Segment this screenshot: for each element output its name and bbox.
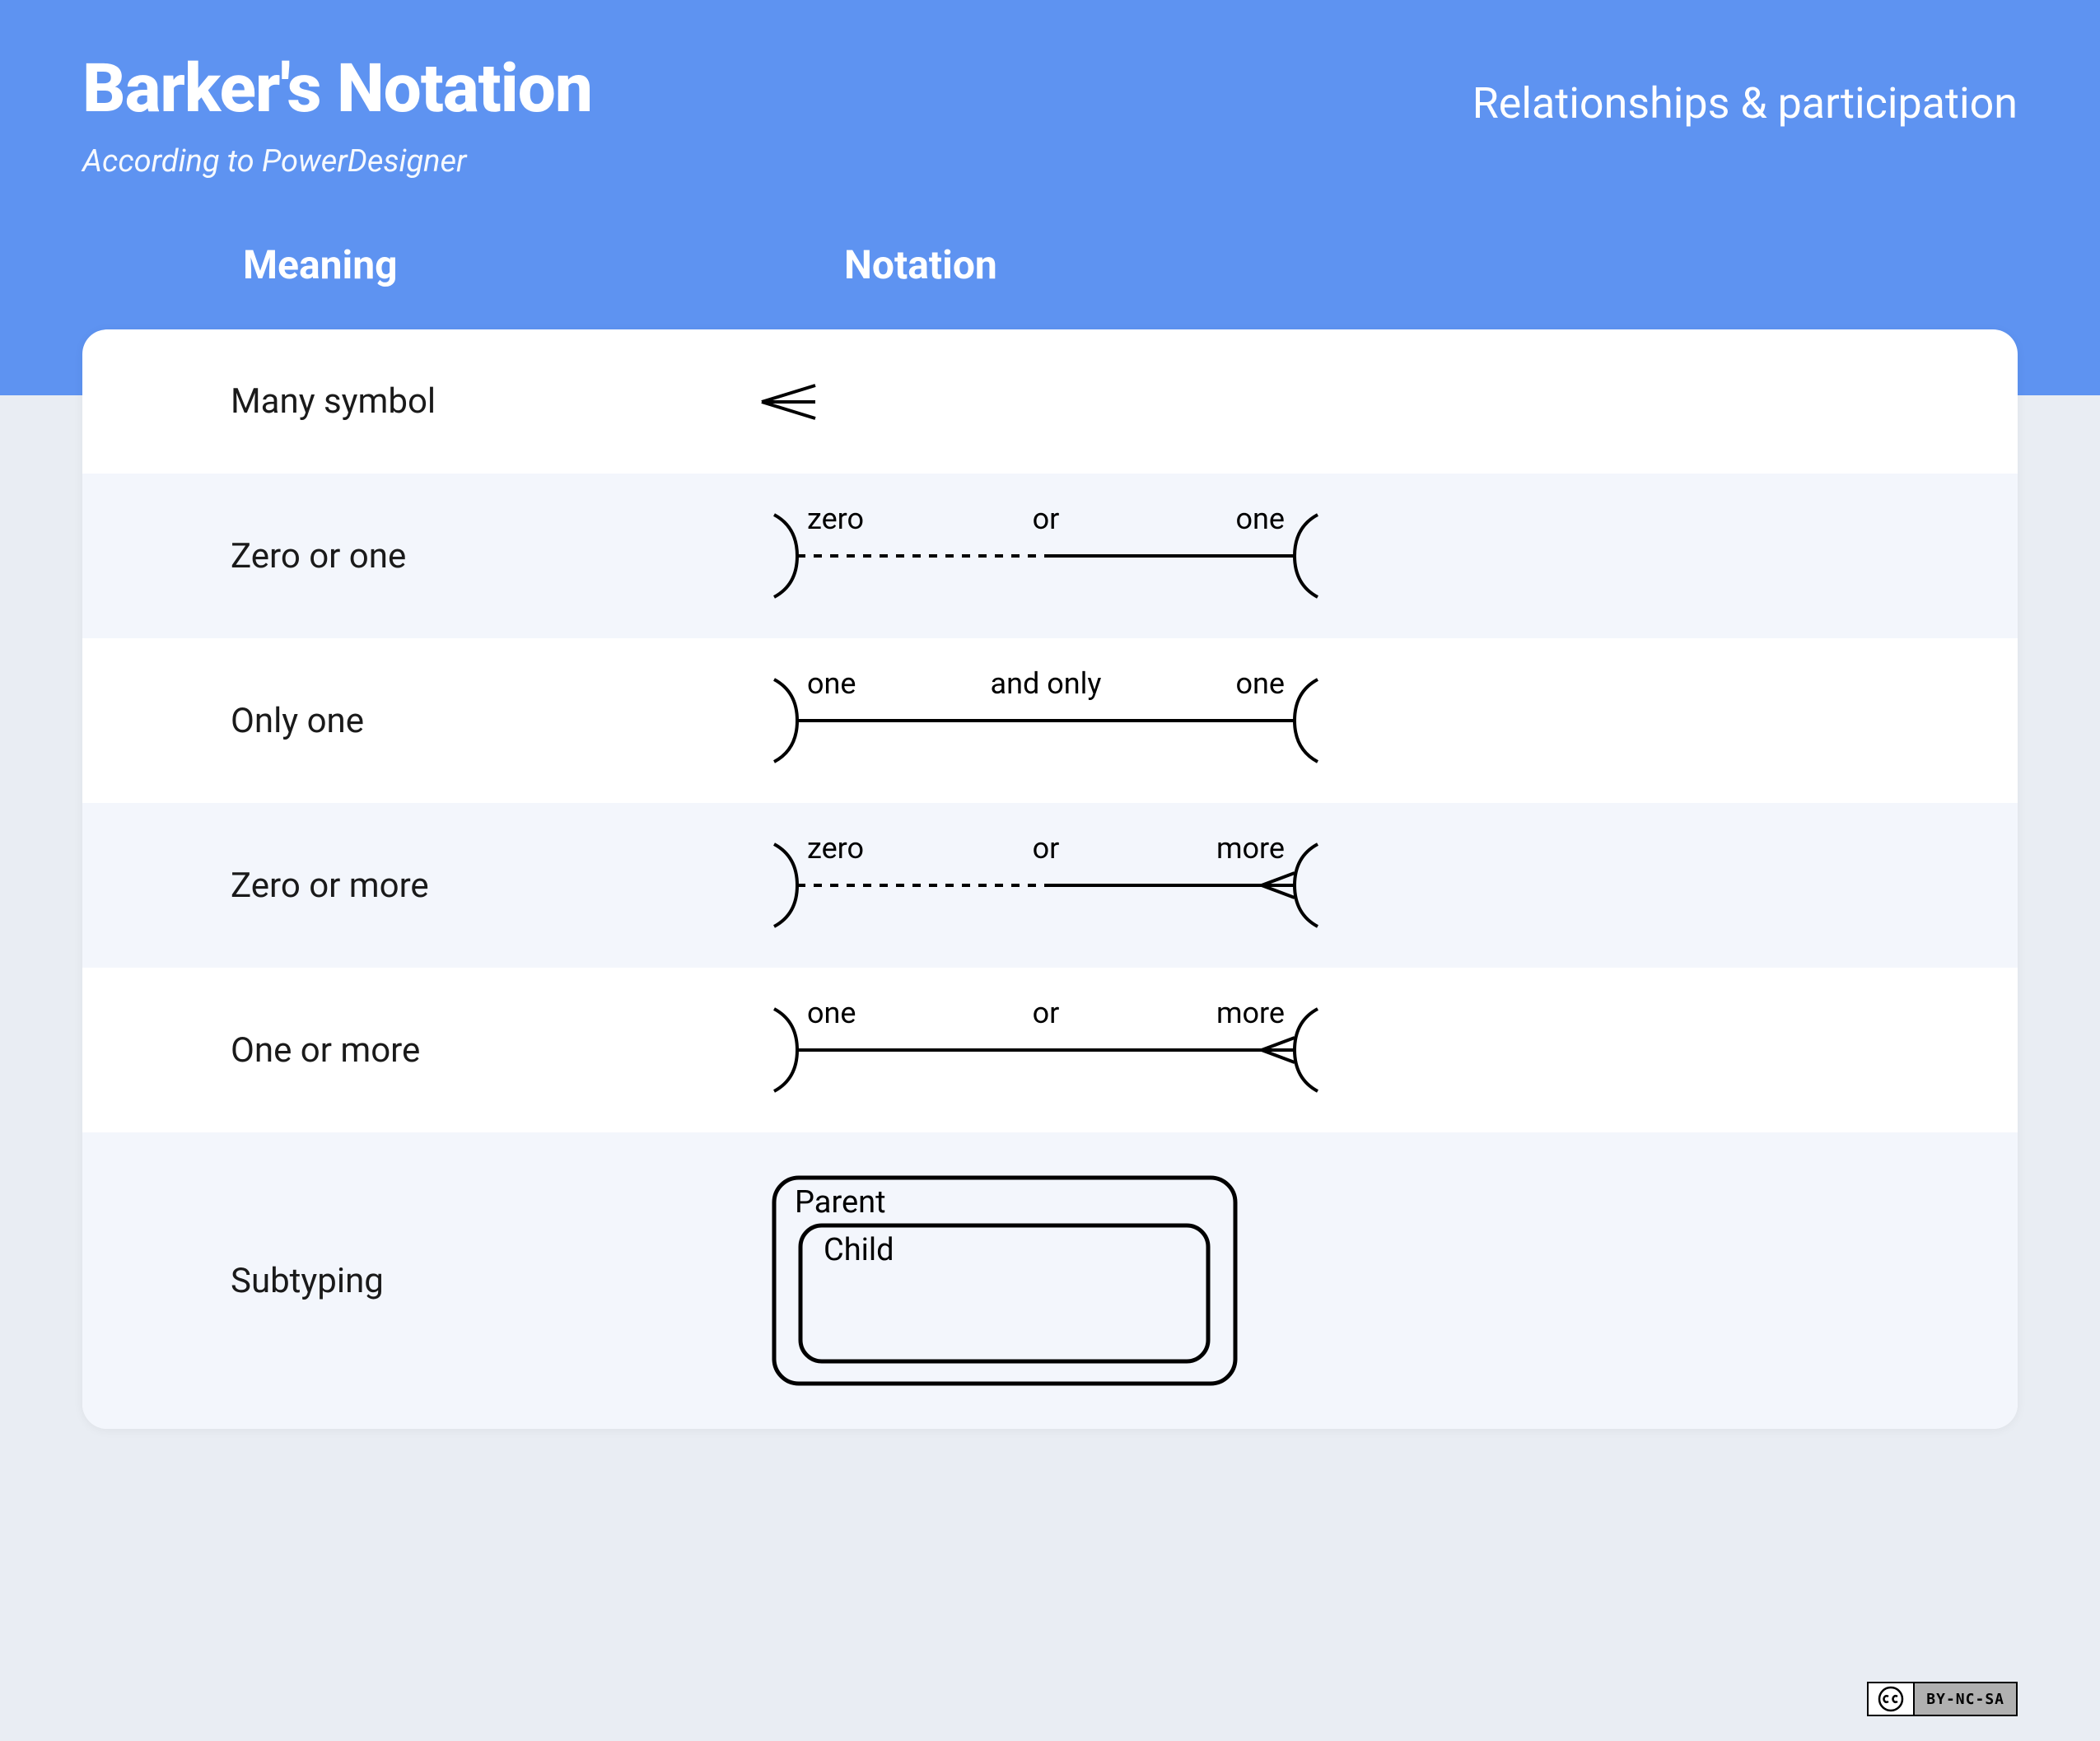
- notation-zero-or-more: zero or more: [684, 832, 1968, 939]
- meaning-subtyping: Subtyping: [132, 1261, 684, 1301]
- license-badge: BY-NC-SA: [1867, 1682, 2018, 1716]
- one-or-more-diagram: one or more: [749, 997, 1342, 1104]
- label-zero: zero: [807, 502, 864, 536]
- row-subtyping: Subtyping Parent Child: [82, 1132, 2018, 1429]
- meaning-zero-or-one: Zero or one: [132, 536, 684, 576]
- label-parent: Parent: [795, 1184, 886, 1221]
- only-one-diagram: one and only one: [749, 667, 1342, 774]
- row-zero-or-more: Zero or more zero or more: [82, 803, 2018, 968]
- label-more: more: [1216, 997, 1285, 1030]
- label-and-only: and only: [991, 667, 1102, 701]
- notation-subtyping: Parent Child: [684, 1161, 1968, 1400]
- notation-one-or-more: one or more: [684, 997, 1968, 1104]
- zero-or-one-diagram: zero or one: [749, 502, 1342, 609]
- meaning-only-one: Only one: [132, 701, 684, 741]
- meaning-zero-or-more: Zero or more: [132, 866, 684, 906]
- row-many: Many symbol: [82, 329, 2018, 474]
- notation-only-one: one and only one: [684, 667, 1968, 774]
- label-child: Child: [824, 1232, 894, 1268]
- label-zero: zero: [807, 832, 864, 866]
- subtyping-diagram: Parent Child: [749, 1161, 1260, 1400]
- column-headers: Meaning Notation: [82, 241, 2018, 288]
- label-more: more: [1216, 832, 1285, 866]
- row-zero-or-one: Zero or one zero or one: [82, 474, 2018, 638]
- column-header-notation: Notation: [844, 241, 997, 288]
- label-one: one: [1235, 502, 1285, 536]
- label-or: or: [1033, 997, 1060, 1030]
- row-one-or-more: One or more one or more: [82, 968, 2018, 1132]
- label-one: one: [807, 997, 856, 1030]
- page-topic: Relationships & participation: [1472, 78, 2018, 128]
- notation-zero-or-one: zero or one: [684, 502, 1968, 609]
- label-one-l: one: [807, 667, 856, 701]
- meaning-one-or-more: One or more: [132, 1030, 684, 1071]
- notation-card: Many symbol Zero or one zero or one O: [82, 329, 2018, 1429]
- many-symbol-icon: [749, 377, 832, 427]
- cc-logo-icon: [1869, 1683, 1915, 1715]
- notation-many: [684, 377, 1968, 427]
- label-or: or: [1033, 832, 1060, 866]
- license-text: BY-NC-SA: [1915, 1683, 2016, 1715]
- label-one-r: one: [1235, 667, 1285, 701]
- page-subtitle: According to PowerDesigner: [82, 143, 2018, 180]
- row-only-one: Only one one and only one: [82, 638, 2018, 803]
- column-header-meaning: Meaning: [243, 241, 844, 288]
- meaning-many: Many symbol: [132, 381, 684, 422]
- label-or: or: [1033, 502, 1060, 536]
- zero-or-more-diagram: zero or more: [749, 832, 1342, 939]
